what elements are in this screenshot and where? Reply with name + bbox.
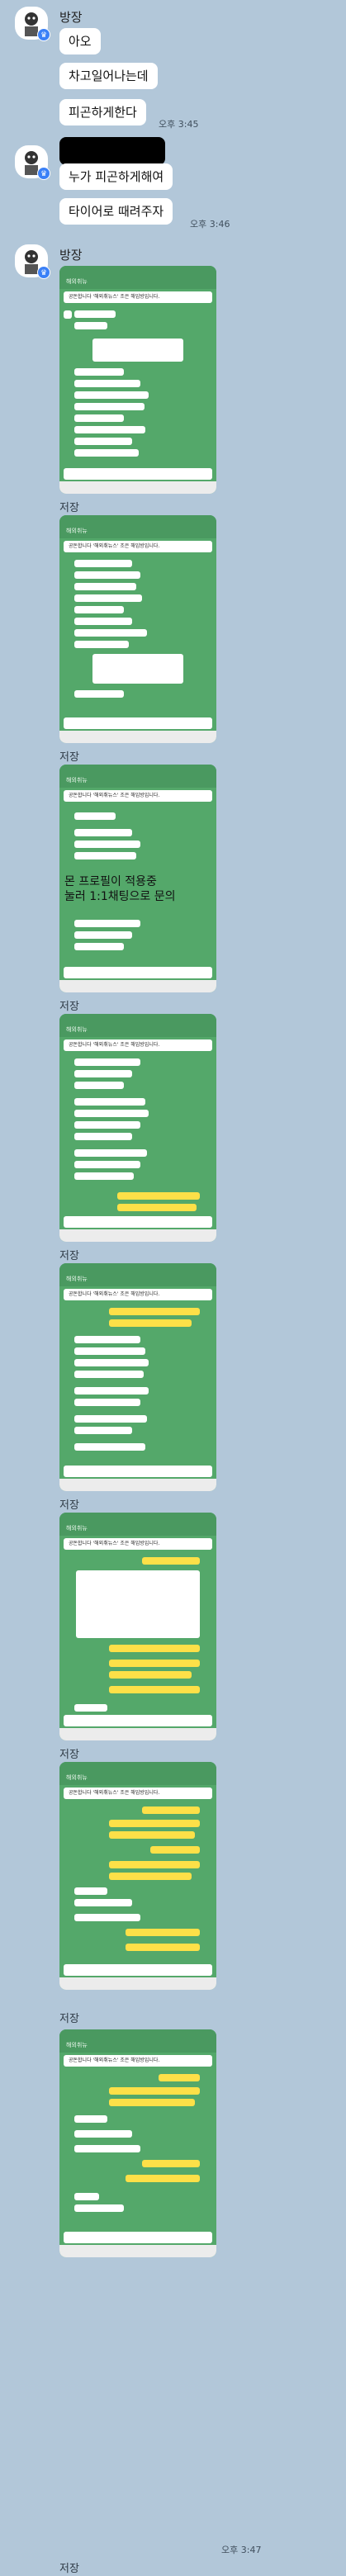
shot-input [64,1466,212,1477]
sender-name: 방장 [59,10,83,25]
shot-notice: 공돈합니다 '해외취뉴스' 조은 해임방입니다. [64,790,212,802]
shot-notice: 공돈합니다 '해외취뉴스' 조은 해임방입니다. [64,1538,212,1550]
shot-nav-bar [59,1977,216,1990]
shot-notice: 공돈합니다 '해외취뉴스' 조은 해임방입니다. [64,1788,212,1799]
shot-header-title: 해외취뉴 [59,1521,216,1536]
shot-input [64,967,212,978]
shot-input [64,1216,212,1228]
save-label[interactable]: 저장 [59,1496,79,1512]
shot-nav-bar [59,1479,216,1491]
shot-notice: 공돈합니다 '해외취뉴스' 조은 해임방입니다. [64,1039,212,1051]
shot-input [64,2232,212,2243]
status-bar [59,1263,216,1271]
save-label[interactable]: 저장 [59,1745,79,1761]
overlay-text: 눌러 1:1채팅으로 문의 [64,890,176,903]
shot-nav-bar [59,980,216,992]
sender-name: 방장 [59,248,83,263]
timestamp: 오후 3:46 [190,219,230,230]
status-bar [59,515,216,523]
shot-header-title: 해외취뉴 [59,1022,216,1037]
shot-nav-bar [59,1229,216,1242]
shot-input [64,1715,212,1726]
screenshot-image[interactable]: 해외취뉴 공돈합니다 '해외취뉴스' 조은 해임방입니다. [59,266,216,494]
shot-input [64,468,212,480]
chat-bubble[interactable]: 누가 피곤하게해여 [59,163,173,190]
shot-messages [59,1303,216,1473]
chat-bubble[interactable]: 아오 [59,28,101,54]
shot-messages [59,1802,216,1972]
timestamp: 오후 3:45 [159,119,199,130]
shot-notice: 공돈합니다 '해외취뉴스' 조은 해임방입니다. [64,291,212,303]
status-bar [59,1513,216,1521]
shot-header-title: 해외취뉴 [59,1770,216,1785]
shot-messages [59,2069,216,2239]
screenshot-image[interactable]: 해외취뉴 공돈합니다 '해외취뉴스' 조은 해임방입니다. [59,1014,216,1242]
shot-notice: 공돈합니다 '해외취뉴스' 조은 해임방입니다. [64,541,212,552]
shot-header-title: 해외취뉴 [59,2038,216,2053]
status-bar [59,1762,216,1770]
shot-header-title: 해외취뉴 [59,274,216,289]
crown-icon: ♛ [37,28,50,41]
status-bar [59,266,216,274]
screenshot-image[interactable]: 해외취뉴 공돈합니다 '해외취뉴스' 조은 해임방입니다. [59,1513,216,1740]
save-label[interactable]: 저장 [59,2559,79,2575]
status-bar [59,2029,216,2038]
redacted-message [59,137,165,165]
crown-icon: ♛ [37,167,50,180]
shot-notice: 공돈합니다 '해외취뉴스' 조은 해임방입니다. [64,2055,212,2067]
shot-nav-bar [59,2245,216,2257]
screenshot-image[interactable]: 해외취뉴 공돈합니다 '해외취뉴스' 조은 해임방입니다. [59,2029,216,2257]
shot-input [64,717,212,729]
overlay-text: 몬 프로필이 적용중 [64,875,157,888]
save-label[interactable]: 저장 [59,1247,79,1262]
shot-nav-bar [59,731,216,743]
shot-header-title: 해외취뉴 [59,1271,216,1286]
shot-nav-bar [59,481,216,494]
shot-messages [59,1054,216,1224]
status-bar [59,1014,216,1022]
shot-nav-bar [59,1728,216,1740]
screenshot-image[interactable]: 해외취뉴 공돈합니다 '해외취뉴스' 조은 해임방입니다. [59,515,216,743]
timestamp: 오후 3:47 [221,2545,262,2555]
chat-bubble[interactable]: 타이어로 때려주자 [59,198,173,225]
shot-messages [59,804,216,974]
shot-header-title: 해외취뉴 [59,523,216,538]
shot-notice: 공돈합니다 '해외취뉴스' 조은 해임방입니다. [64,1289,212,1300]
shot-input [64,1964,212,1976]
shot-messages [59,555,216,725]
save-label[interactable]: 저장 [59,748,79,764]
chat-bubble[interactable]: 차고일어나는데 [59,63,158,89]
status-bar [59,765,216,773]
save-label[interactable]: 저장 [59,2010,79,2025]
save-label[interactable]: 저장 [59,499,79,514]
save-label[interactable]: 저장 [59,997,79,1013]
screenshot-image[interactable]: 해외취뉴 공돈합니다 '해외취뉴스' 조은 해임방입니다. [59,1762,216,1990]
shot-header-title: 해외취뉴 [59,773,216,788]
screenshot-image[interactable]: 해외취뉴 공돈합니다 '해외취뉴스' 조은 해임방입니다. [59,1263,216,1491]
crown-icon: ♛ [37,266,50,279]
shot-messages [59,1552,216,1722]
shot-messages [59,305,216,476]
chat-bubble[interactable]: 피곤하게한다 [59,99,146,125]
